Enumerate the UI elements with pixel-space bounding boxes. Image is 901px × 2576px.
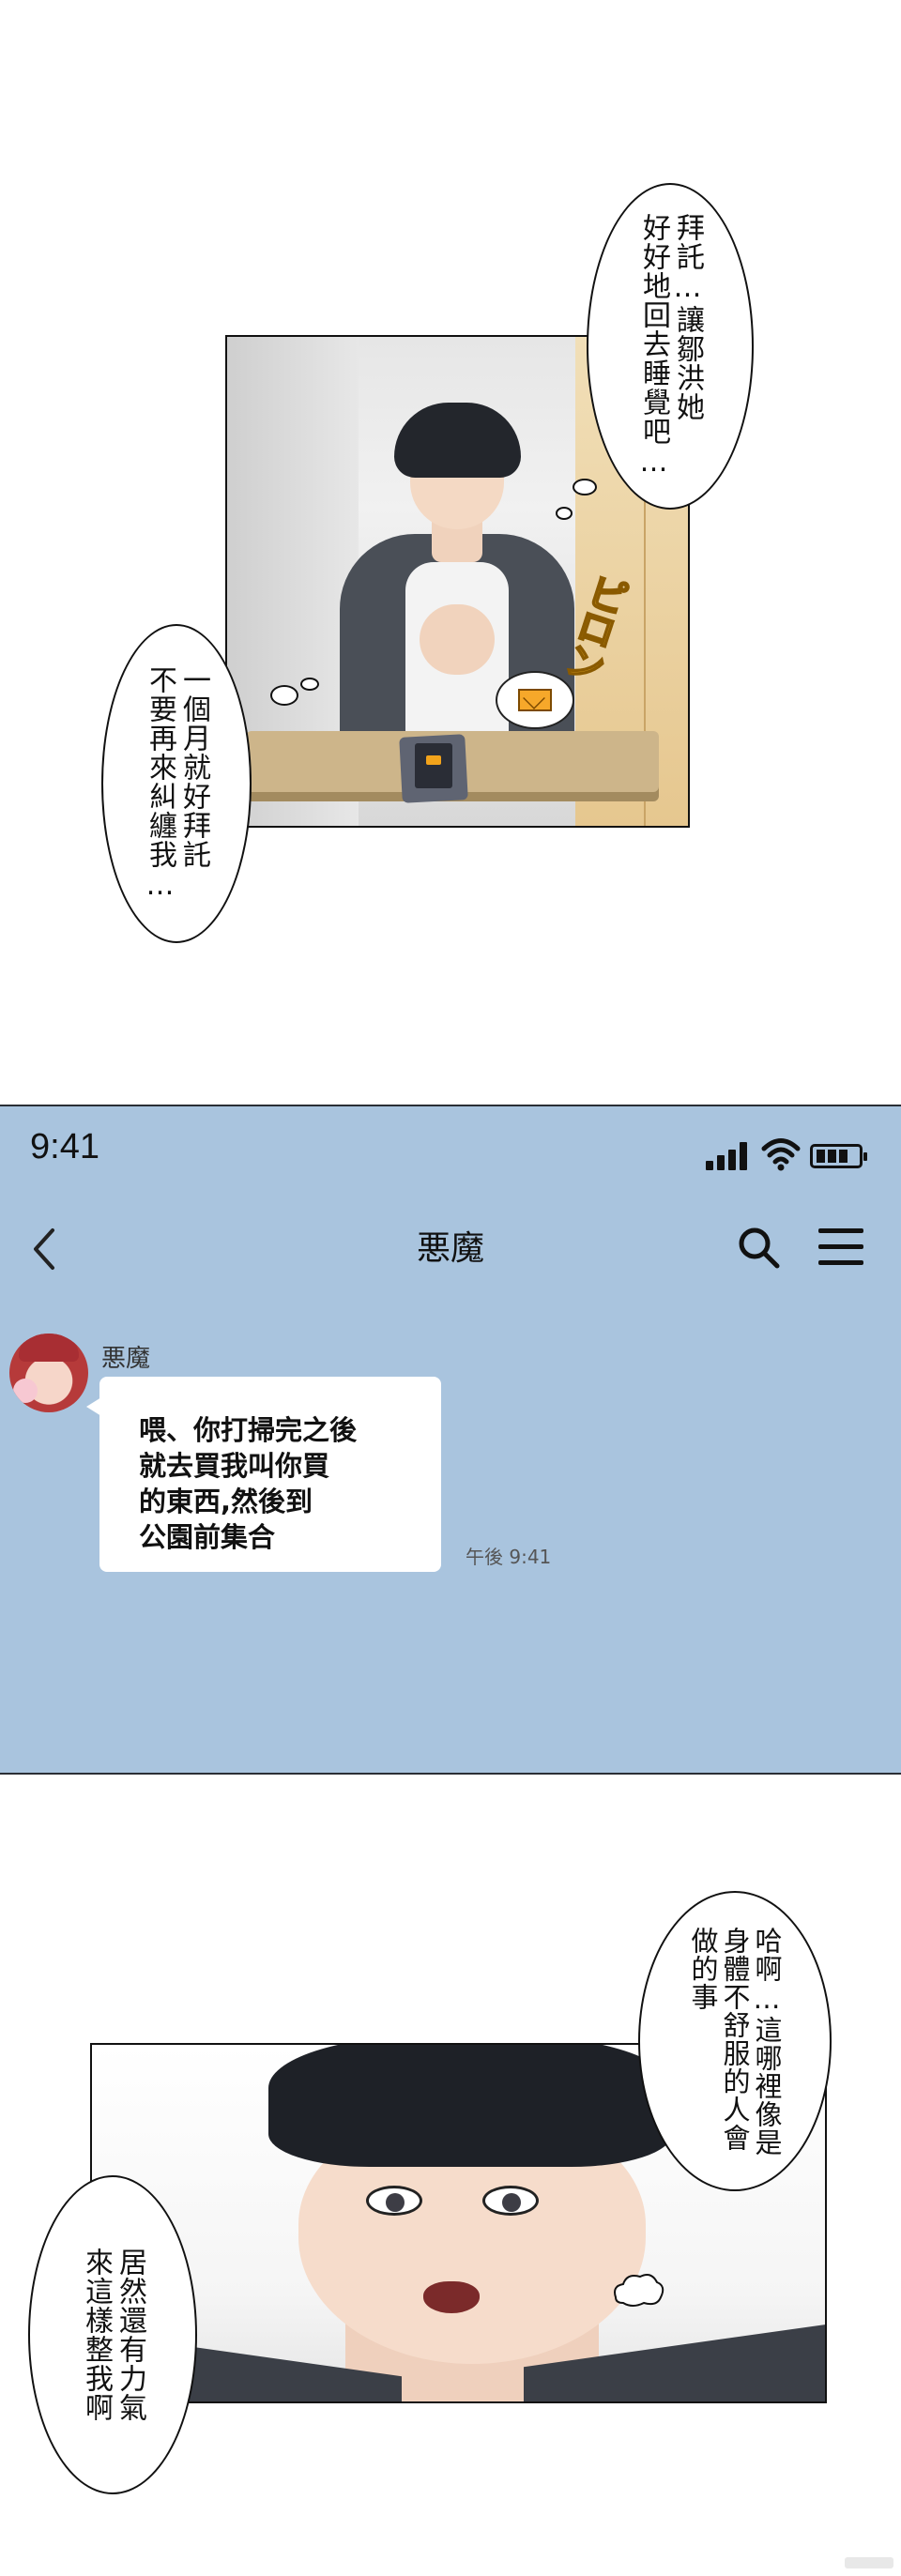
hamburger-menu-icon[interactable]	[818, 1227, 865, 1268]
avatar-hair	[19, 1334, 79, 1362]
thought-puff	[270, 685, 298, 706]
speech-text: 一個月就好拜託 不要再來糾纏我…	[144, 664, 210, 903]
message-timestamp: 午後 9:41	[466, 1546, 552, 1568]
speech-text: 拜託…讓鄒洪她 好好地回去睡覺吧…	[637, 213, 704, 480]
character-eye	[482, 2186, 539, 2216]
avatar[interactable]	[9, 1334, 88, 1412]
character-eye	[366, 2186, 422, 2216]
envelope-icon	[518, 689, 552, 711]
sigh-puff-icon	[614, 2274, 664, 2307]
clasped-hands	[420, 604, 495, 675]
message-text: 喂、你打掃完之後 就去買我叫你買 的東西,然後到 公園前集合	[139, 1414, 358, 1553]
search-icon[interactable]	[734, 1223, 783, 1272]
thought-puff	[300, 678, 319, 691]
phone-screen	[415, 743, 452, 788]
message-bubble[interactable]: 喂、你打掃完之後 就去買我叫你買 的東西,然後到 公園前集合	[86, 1377, 441, 1572]
speech-bubble-top-left: 一個月就好拜託 不要再來糾纏我…	[101, 624, 252, 943]
wifi-icon	[761, 1138, 801, 1171]
speech-bubble-top-right: 拜託…讓鄒洪她 好好地回去睡覺吧…	[587, 183, 754, 510]
watermark	[845, 2557, 893, 2568]
thought-puff	[556, 507, 573, 520]
bubblegum	[13, 1379, 38, 1403]
battery-icon	[810, 1144, 867, 1168]
signal-icon	[706, 1142, 749, 1170]
thought-puff	[573, 479, 597, 495]
sender-name: 悪魔	[101, 1345, 151, 1373]
mail-notification-bubble	[496, 671, 574, 729]
chat-screen: 9:41 悪魔 悪魔 喂、你打掃完之後 就去買我叫你買 的東西,然後到 公園前集…	[0, 1105, 901, 1775]
character-hair	[268, 2045, 672, 2167]
character-hair	[394, 403, 521, 478]
speech-bubble-bottom-right: 哈啊…這哪裡像是 身體不舒服的人會 做的事	[638, 1891, 832, 2191]
character-mouth	[423, 2281, 480, 2313]
speech-text: 哈啊…這哪裡像是 身體不舒服的人會 做的事	[687, 1926, 783, 2157]
status-time: 9:41	[30, 1127, 99, 1166]
speech-bubble-bottom-left: 居然還有力氣 來這樣整我啊	[28, 2175, 197, 2494]
speech-text: 居然還有力氣 來這樣整我啊	[80, 2248, 146, 2422]
notification-icon	[426, 755, 441, 765]
